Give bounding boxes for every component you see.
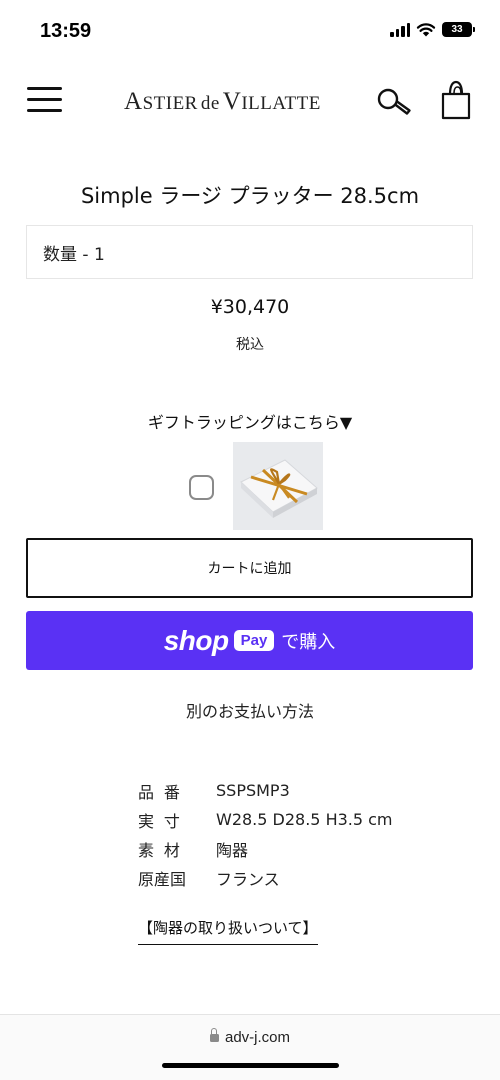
spec-label: 品番 <box>138 782 190 802</box>
spec-value: 陶器 <box>216 840 249 860</box>
status-bar: 13:59 33 <box>0 0 500 62</box>
quantity-select[interactable]: 数量 - 1 <box>26 225 473 279</box>
site-header: ASTIER de VILLATTE <box>0 78 500 128</box>
shop-pay-logo-pay: Pay <box>233 630 275 651</box>
status-icons: 33 <box>390 22 475 37</box>
product-title: Simple ラージ プラッター 28.5cm <box>80 184 420 208</box>
add-to-cart-button[interactable]: カートに追加 <box>26 538 473 598</box>
battery-icon: 33 <box>442 22 475 37</box>
add-to-cart-label: カートに追加 <box>207 561 292 577</box>
shop-pay-logo-shop: shop <box>163 624 229 656</box>
address-bar[interactable]: adv-j.com <box>0 1028 500 1046</box>
battery-level: 33 <box>451 24 463 35</box>
url-text: adv-j.com <box>224 1029 291 1046</box>
tax-note: 税込 <box>236 337 264 353</box>
spec-row: 品番 SSPSMP3 <box>138 776 393 805</box>
spec-value: W28.5 D28.5 H3.5 cm <box>216 810 393 829</box>
logo-initial-v: V <box>222 88 242 115</box>
home-indicator[interactable] <box>162 1063 339 1068</box>
spec-label: 素材 <box>138 840 190 860</box>
gift-wrapping-checkbox[interactable] <box>189 475 214 500</box>
site-logo[interactable]: ASTIER de VILLATTE <box>124 88 321 116</box>
ceramic-care-link[interactable]: 【陶器の取り扱いついて】 <box>138 917 318 945</box>
logo-text-villatte: ILLATTE <box>241 93 321 114</box>
shop-pay-button[interactable]: shop Pay で購入 <box>26 611 473 670</box>
browser-url-bar: adv-j.com <box>0 1014 500 1080</box>
spec-label: 実寸 <box>138 811 190 831</box>
search-icon[interactable] <box>376 87 412 117</box>
lock-icon <box>209 1028 219 1043</box>
spec-value: SSPSMP3 <box>216 781 290 800</box>
logo-text-de: de <box>200 93 220 114</box>
spec-label: 原産国 <box>138 869 187 889</box>
shop-pay-suffix: で購入 <box>281 631 336 653</box>
logo-initial-a: A <box>124 88 143 115</box>
spec-value: フランス <box>216 869 280 889</box>
logo-text-astier: STIER <box>142 93 198 114</box>
spec-row: 原産国 フランス <box>138 863 393 892</box>
spec-row: 実寸 W28.5 D28.5 H3.5 cm <box>138 805 393 834</box>
status-time: 13:59 <box>40 20 92 42</box>
signal-icon <box>390 22 410 37</box>
gift-wrapping-toggle[interactable]: ギフトラッピングはこちら▼ <box>0 409 500 433</box>
spec-row: 素材 陶器 <box>138 834 393 863</box>
product-price: ¥30,470 <box>210 296 290 318</box>
product-specs: 品番 SSPSMP3 実寸 W28.5 D28.5 H3.5 cm 素材 陶器 … <box>138 776 393 892</box>
quantity-label: 数量 - 1 <box>43 244 105 265</box>
gift-wrapping-image <box>233 442 323 530</box>
gift-box-picture <box>233 442 323 530</box>
menu-icon[interactable] <box>27 85 63 115</box>
other-payment-methods-link[interactable]: 別のお支払い方法 <box>0 698 500 722</box>
shopping-bag-icon[interactable] <box>440 80 472 120</box>
wifi-icon <box>416 23 436 37</box>
